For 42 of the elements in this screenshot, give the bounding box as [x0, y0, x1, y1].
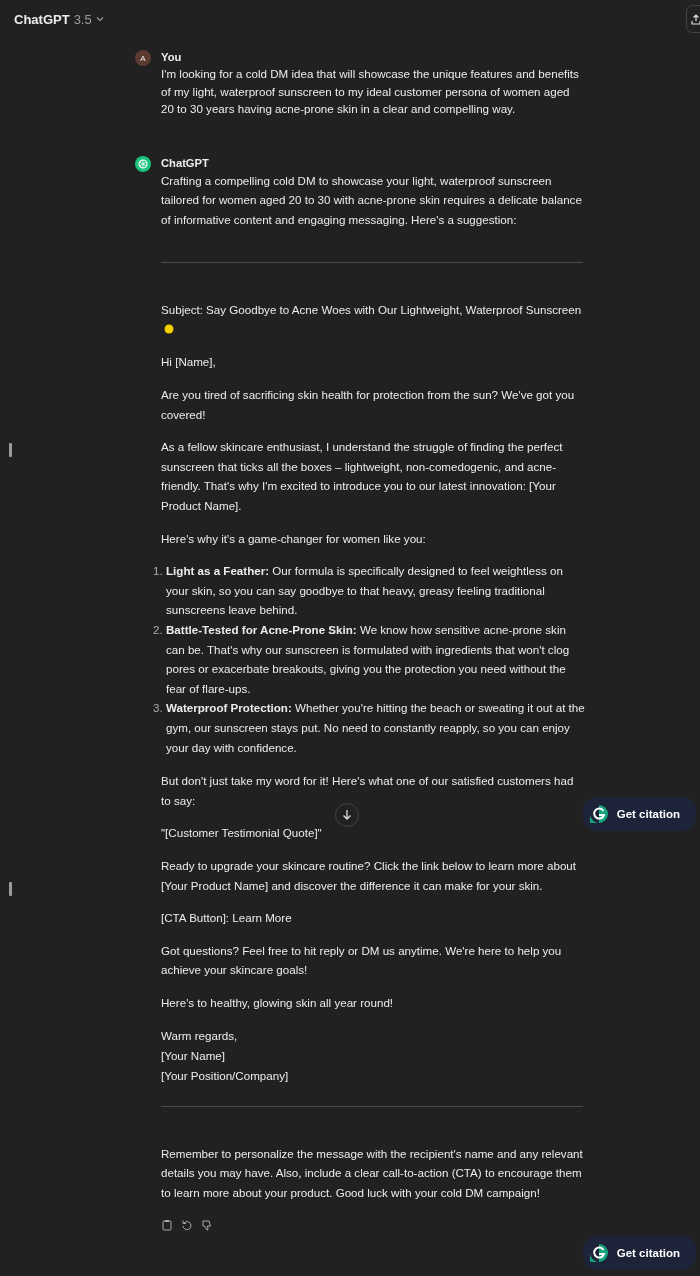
- list-item-text: Waterproof Protection: Whether you're hitting the beach or sweating it out at the gym, our sunscreen stays put. No need to constantly reapply, so you can enjoy your day with confidence.: [166, 700, 585, 756]
- message-paragraph: Ready to upgrade your skincare routine? Click the link below to learn more about [Your Product Name] and discover the difference it can make for your skin.: [161, 857, 578, 894]
- message-paragraph: Here's to healthy, glowing skin all year round!: [161, 994, 394, 1011]
- list-number: 3.: [153, 700, 164, 717]
- author-name: You: [161, 50, 182, 65]
- message-paragraph: Remember to personalize the message with the recipient's name and any relevant details you may have. Also, include a clear call-to-action (CTA) to encourage them to learn more about your product. Good luck with your cold DM campaign!: [161, 1145, 584, 1201]
- signature-line: [Your Position/Company]: [161, 1067, 289, 1084]
- thumbs-down-icon[interactable]: [201, 1219, 213, 1232]
- scroll-marker: [9, 443, 12, 457]
- model-version[interactable]: 3.5: [73, 11, 92, 27]
- signature-line: Warm regards,: [161, 1027, 239, 1044]
- list-item-text: Light as a Feather: Our formula is specifically designed to feel weightless on your skin, so you can say goodbye to that heavy, greasy feeling traditional sunscreens leave behind.: [166, 563, 564, 619]
- assistant-logo-icon: [135, 155, 151, 172]
- message-paragraph: But don't just take my word for it! Here's what one of our satisfied customers had to say:: [161, 773, 575, 809]
- scroll-down-button[interactable]: [335, 803, 359, 827]
- chevron-down-icon[interactable]: [95, 15, 104, 23]
- subject-line: Subject: Say Goodbye to Acne Woes with Our Lightweight, Waterproof Sunscreen: [161, 300, 582, 340]
- model-name[interactable]: ChatGPT: [14, 11, 70, 27]
- g-logo-icon: [588, 1243, 609, 1263]
- message-paragraph: Are you tired of sacrificing skin health for protection from the sun? We've got you covered!: [161, 387, 576, 423]
- get-citation-button[interactable]: Get citation: [582, 797, 696, 831]
- author-name: ChatGPT: [161, 155, 209, 171]
- signature-line: [Your Name]: [161, 1047, 226, 1064]
- list-number: 2.: [153, 622, 164, 638]
- arrow-down-icon: [342, 809, 352, 821]
- sun-icon: [164, 323, 174, 334]
- message-paragraph: [CTA Button]: Learn More: [161, 910, 292, 927]
- regenerate-icon[interactable]: [181, 1219, 193, 1232]
- message-paragraph: I'm looking for a cold DM idea that will showcase the unique features and benefits of my light, waterproof sunscreen to my ideal customer persona of women aged 20 to 30 years having acne-prone skin in a clear and compelling way.: [161, 66, 580, 117]
- message-paragraph: Got questions? Feel free to hit reply or DM us anytime. We're here to help you achieve your skincare goals!: [161, 942, 563, 979]
- scroll-marker: [9, 882, 12, 896]
- message-paragraph: As a fellow skincare enthusiast, I understand the struggle of finding the perfect sunscreen that ticks all the boxes – lightweight, non-comedogenic, and acne-friendly. That's why I'm excited to introduce you to our latest innovation: [Your Product Name].: [161, 439, 564, 515]
- message-paragraph: Crafting a compelling cold DM to showcase your light, waterproof sunscreen tailored for women aged 20 to 30 with acne-prone skin requires a delicate balance of informative content and engaging messaging. Here's a suggestion:: [161, 172, 583, 228]
- list-number: 1.: [153, 563, 164, 580]
- g-logo-icon: [588, 804, 609, 824]
- message-paragraph: Here's why it's a game-changer for women like you:: [161, 530, 426, 547]
- user-avatar: A: [135, 50, 151, 66]
- list-item-text: Battle-Tested for Acne-Prone Skin: We know how sensitive acne-prone skin can be. That's why our sunscreen is formulated with ingredients that won't clog pores or exacerbate breakouts, giving you the protection you need without the fear of flare-ups.: [166, 622, 571, 697]
- message-paragraph: Hi [Name],: [161, 354, 216, 371]
- get-citation-button[interactable]: Get citation: [582, 1236, 696, 1270]
- message-paragraph: "[Customer Testimonial Quote]": [161, 825, 322, 842]
- clipboard-icon[interactable]: [161, 1219, 173, 1232]
